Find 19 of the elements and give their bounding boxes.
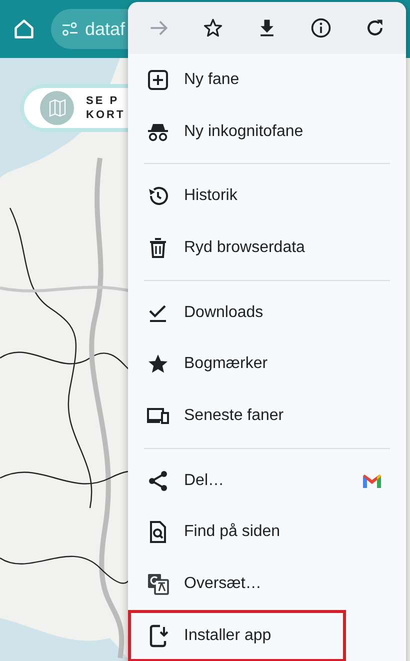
map-button-label: KORT <box>86 108 126 122</box>
menu-item[interactable]: Historik <box>128 170 406 222</box>
menu-item[interactable]: Seneste faner <box>128 390 406 442</box>
menu-item[interactable]: Del… <box>128 454 406 506</box>
address-text: dataf <box>85 18 126 40</box>
menu-item[interactable]: Find på siden <box>128 506 406 558</box>
menu-item[interactable]: Bogmærker <box>128 338 406 390</box>
map-icon <box>40 91 74 125</box>
tune-icon[interactable] <box>61 20 79 38</box>
plus-box-icon <box>146 68 170 92</box>
share-icon <box>146 468 170 493</box>
home-icon[interactable] <box>13 18 35 40</box>
menu-item[interactable]: Downloads <box>128 286 406 338</box>
menu-item[interactable]: Ryd browserdata <box>128 222 406 274</box>
translate-icon <box>146 572 170 596</box>
menu-item[interactable]: Oversæt… <box>128 558 406 610</box>
mail-icon[interactable] <box>362 472 382 489</box>
menu-item[interactable]: Installer app <box>128 610 346 661</box>
map-button-label: SE P <box>86 94 120 108</box>
